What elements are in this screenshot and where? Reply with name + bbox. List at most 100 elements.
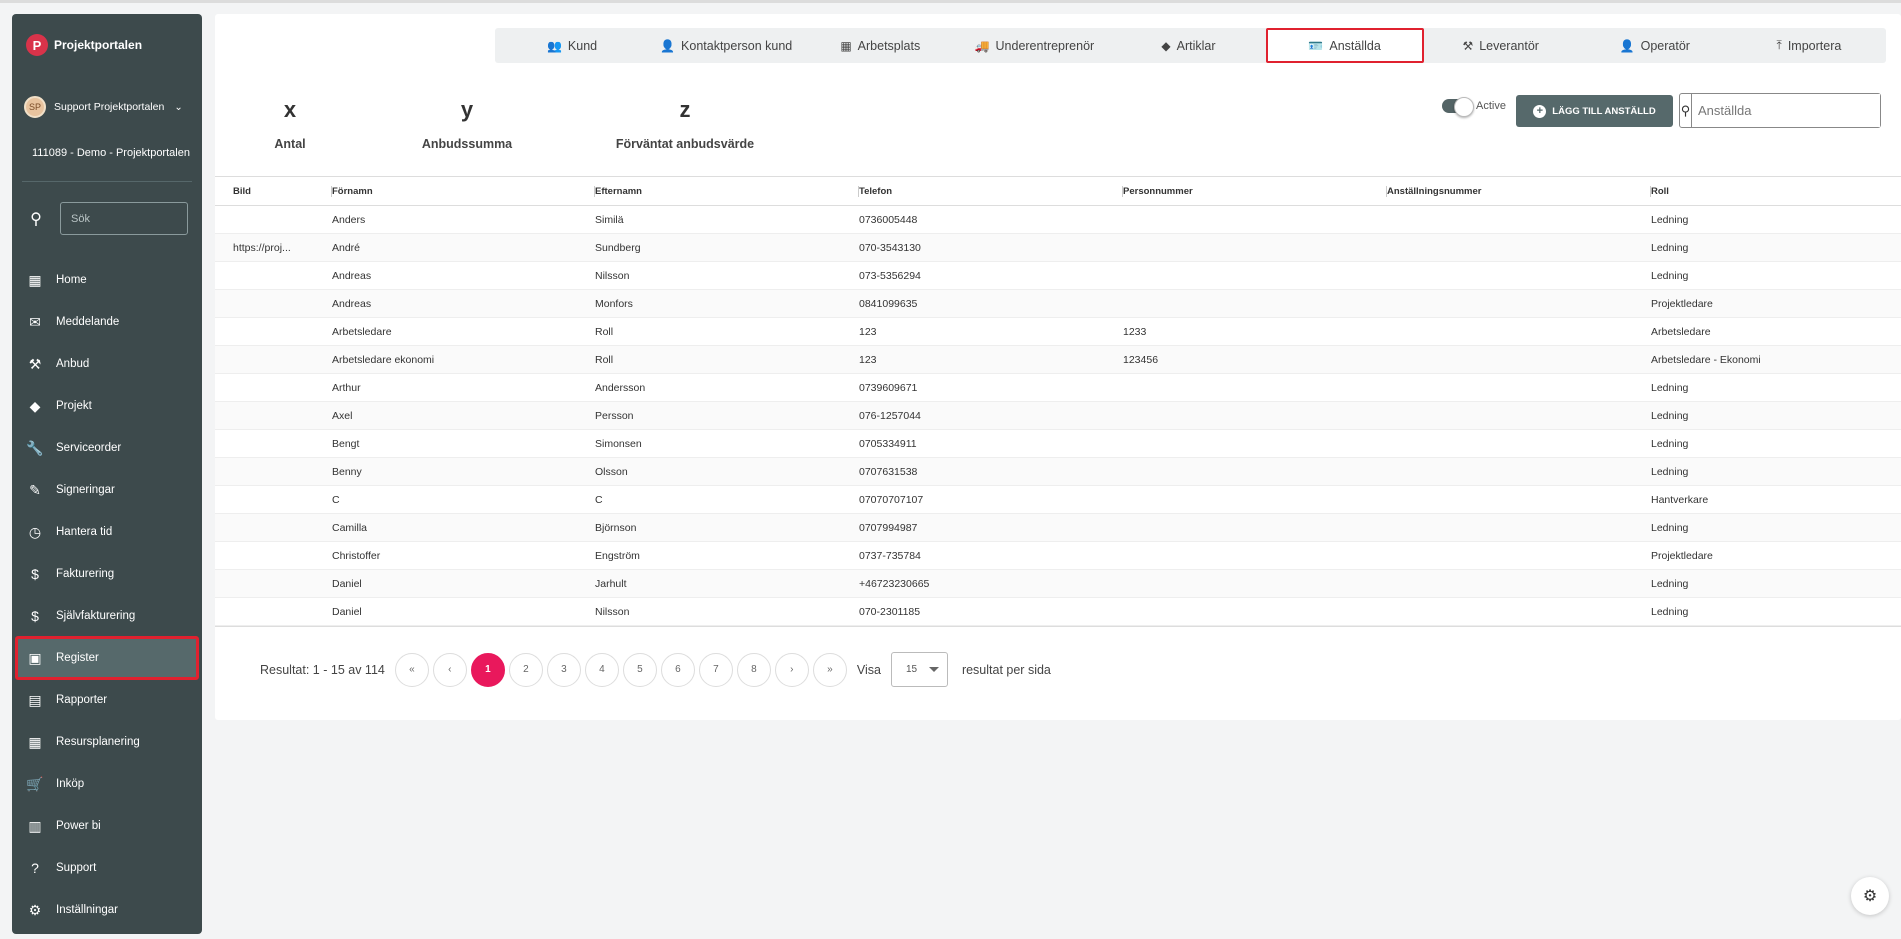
stat-label: Anbudssumma xyxy=(421,137,513,151)
sidebar-item-support[interactable]: ? Support xyxy=(12,847,202,889)
page-nav-button[interactable]: › xyxy=(774,652,809,687)
sidebar-item-home[interactable]: ▦ Home xyxy=(12,259,202,301)
table-cell: Olsson xyxy=(595,465,628,478)
table-cell: Arthur xyxy=(332,381,361,394)
chart-icon: ▥ xyxy=(28,817,42,834)
table-cell: Camilla xyxy=(332,521,368,534)
page-nav-button[interactable]: » xyxy=(812,652,847,687)
tab-importera[interactable]: ⤒ Importera xyxy=(1732,28,1886,63)
table-row[interactable]: Bengt Simonsen 0705334911 Ledning xyxy=(215,430,1901,458)
sidebar-item-inställningar[interactable]: ⚙ Inställningar xyxy=(12,889,202,931)
table-row[interactable]: Arbetsledare Roll 123 1233 Arbetsledare xyxy=(215,318,1901,346)
column-header[interactable]: Anställningsnummer xyxy=(1387,177,1651,205)
table-row[interactable]: https://proj... André Sundberg 070-3543130 L… xyxy=(215,234,1901,262)
top-border xyxy=(0,0,1901,3)
sidebar-item-serviceorder[interactable]: 🔧 Serviceorder xyxy=(12,427,202,469)
page-nav-button[interactable]: « xyxy=(394,652,429,687)
chevron-down-icon: ⌄ xyxy=(174,101,183,113)
page-nav-button[interactable]: ‹ xyxy=(432,652,467,687)
sidebar-item-meddelande[interactable]: ✉ Meddelande xyxy=(12,301,202,343)
table-cell: Persson xyxy=(595,409,634,422)
sidebar-item-fakturering[interactable]: $ Fakturering xyxy=(12,553,202,595)
table-row[interactable]: Benny Olsson 0707631538 Ledning xyxy=(215,458,1901,486)
sidebar-item-inköp[interactable]: 🛒 Inköp xyxy=(12,763,202,805)
table-cell: Roll xyxy=(595,325,614,338)
column-header[interactable]: Förnamn xyxy=(332,177,595,205)
table-cell: Monfors xyxy=(595,297,633,310)
column-header[interactable]: Roll xyxy=(1651,177,1901,205)
sidebar-item-resursplanering[interactable]: ▦ Resursplanering xyxy=(12,721,202,763)
user-menu[interactable]: SP Support Projektportalen ⌄ xyxy=(24,96,183,118)
table-cell: Ledning xyxy=(1651,437,1689,450)
search-icon[interactable]: ⚲ xyxy=(1680,94,1692,127)
page-button-1[interactable]: 1 xyxy=(470,652,505,687)
table-row[interactable]: Arbetsledare ekonomi Roll 123 123456 Arbetsl… xyxy=(215,346,1901,374)
tab-artiklar[interactable]: ◆ Artiklar xyxy=(1111,28,1265,63)
page-buttons: «‹ 1 2 3 4 5 6 7 8 ›» xyxy=(394,652,851,687)
tab-label: Underentreprenör xyxy=(995,38,1095,53)
table-row[interactable]: Axel Persson 076-1257044 Ledning xyxy=(215,402,1901,430)
calendar-icon: ▦ xyxy=(28,733,42,750)
page-button-6[interactable]: 6 xyxy=(660,652,695,687)
column-header[interactable]: Efternamn xyxy=(595,177,859,205)
employees-table: Bild Förnamn Efternamn Telefon Personnummer A… xyxy=(215,176,1901,627)
sidebar-item-signeringar[interactable]: ✎ Signeringar xyxy=(12,469,202,511)
page-button-3[interactable]: 3 xyxy=(546,652,581,687)
active-toggle[interactable]: Active xyxy=(1442,97,1506,117)
table-row[interactable]: Christoffer Engström 0737-735784 Projektled… xyxy=(215,542,1901,570)
page-button-2[interactable]: 2 xyxy=(508,652,543,687)
table-row[interactable]: Anders Similä 0736005448 Ledning xyxy=(215,206,1901,234)
sidebar: P Projektportalen SP Support Projektport… xyxy=(12,14,202,934)
caret-down-icon xyxy=(928,667,939,672)
sidebar-item-självfakturering[interactable]: $ Självfakturering xyxy=(12,595,202,637)
sidebar-search-input[interactable] xyxy=(60,202,188,235)
page-button-4[interactable]: 4 xyxy=(584,652,619,687)
sidebar-item-projekt[interactable]: ◆ Projekt xyxy=(12,385,202,427)
tab-anställda[interactable]: 🪪 Anställda xyxy=(1265,28,1424,63)
table-cell: Andreas xyxy=(332,269,372,282)
tab-kontaktperson-kund[interactable]: 👤 Kontaktperson kund xyxy=(649,28,803,63)
tab-leverantör[interactable]: ⚒ Leverantör xyxy=(1424,28,1578,63)
table-row[interactable]: Daniel Jarhult +46723230665 Ledning xyxy=(215,570,1901,598)
table-body: Anders Similä 0736005448 Ledning https://pro… xyxy=(215,206,1901,626)
employee-search-input[interactable] xyxy=(1692,94,1880,127)
sidebar-item-anbud[interactable]: ⚒ Anbud xyxy=(12,343,202,385)
table-row[interactable]: Arthur Andersson 0739609671 Ledning xyxy=(215,374,1901,402)
toggle-switch[interactable] xyxy=(1442,97,1474,117)
tab-operatör[interactable]: 👤 Operatör xyxy=(1578,28,1732,63)
table-cell: Ledning xyxy=(1651,577,1689,590)
sidebar-item-rapporter[interactable]: ▤ Rapporter xyxy=(12,679,202,721)
table-row[interactable]: Daniel Nilsson 070-2301185 Ledning xyxy=(215,598,1901,626)
sidebar-item-register[interactable]: ▣ Register xyxy=(15,636,199,680)
brand[interactable]: P Projektportalen xyxy=(26,34,142,56)
table-cell: Ledning xyxy=(1651,381,1689,394)
settings-gear-icon[interactable]: ⚙ xyxy=(1851,877,1889,915)
tab-underentreprenör[interactable]: 🚚 Underentreprenör xyxy=(957,28,1111,63)
per-page-select[interactable]: 15 xyxy=(890,652,948,687)
plus-icon: + xyxy=(1533,104,1547,118)
upload-icon: ⤒ xyxy=(1776,38,1782,52)
add-employee-button[interactable]: + LÄGG TILL ANSTÄLLD xyxy=(1516,95,1673,127)
sidebar-item-hantera-tid[interactable]: ◷ Hantera tid xyxy=(12,511,202,553)
column-header[interactable]: Bild xyxy=(215,177,332,205)
table-row[interactable]: Andreas Monfors 0841099635 Projektledare xyxy=(215,290,1901,318)
page-button-5[interactable]: 5 xyxy=(622,652,657,687)
sidebar-item-power-bi[interactable]: ▥ Power bi xyxy=(12,805,202,847)
table-cell: Ledning xyxy=(1651,213,1689,226)
column-header[interactable]: Telefon xyxy=(859,177,1123,205)
image-icon: ▣ xyxy=(28,649,42,666)
column-header[interactable]: Personnummer xyxy=(1123,177,1387,205)
tab-arbetsplats[interactable]: ▦ Arbetsplats xyxy=(803,28,957,63)
table-cell: 0737-735784 xyxy=(859,549,921,562)
page-button-7[interactable]: 7 xyxy=(698,652,733,687)
page-button-8[interactable]: 8 xyxy=(736,652,771,687)
table-row[interactable]: C C 07070707107 Hantverkare xyxy=(215,486,1901,514)
cart-icon: 🛒 xyxy=(26,775,44,792)
table-row[interactable]: Andreas Nilsson 073-5356294 Ledning xyxy=(215,262,1901,290)
tab-label: Kontaktperson kund xyxy=(681,38,793,53)
toggle-label: Active xyxy=(1476,100,1506,112)
person-icon: 👤 xyxy=(660,38,676,53)
clock-icon: ◷ xyxy=(28,523,42,540)
table-row[interactable]: Camilla Björnson 0707994987 Ledning xyxy=(215,514,1901,542)
tab-kund[interactable]: 👥 Kund xyxy=(495,28,649,63)
